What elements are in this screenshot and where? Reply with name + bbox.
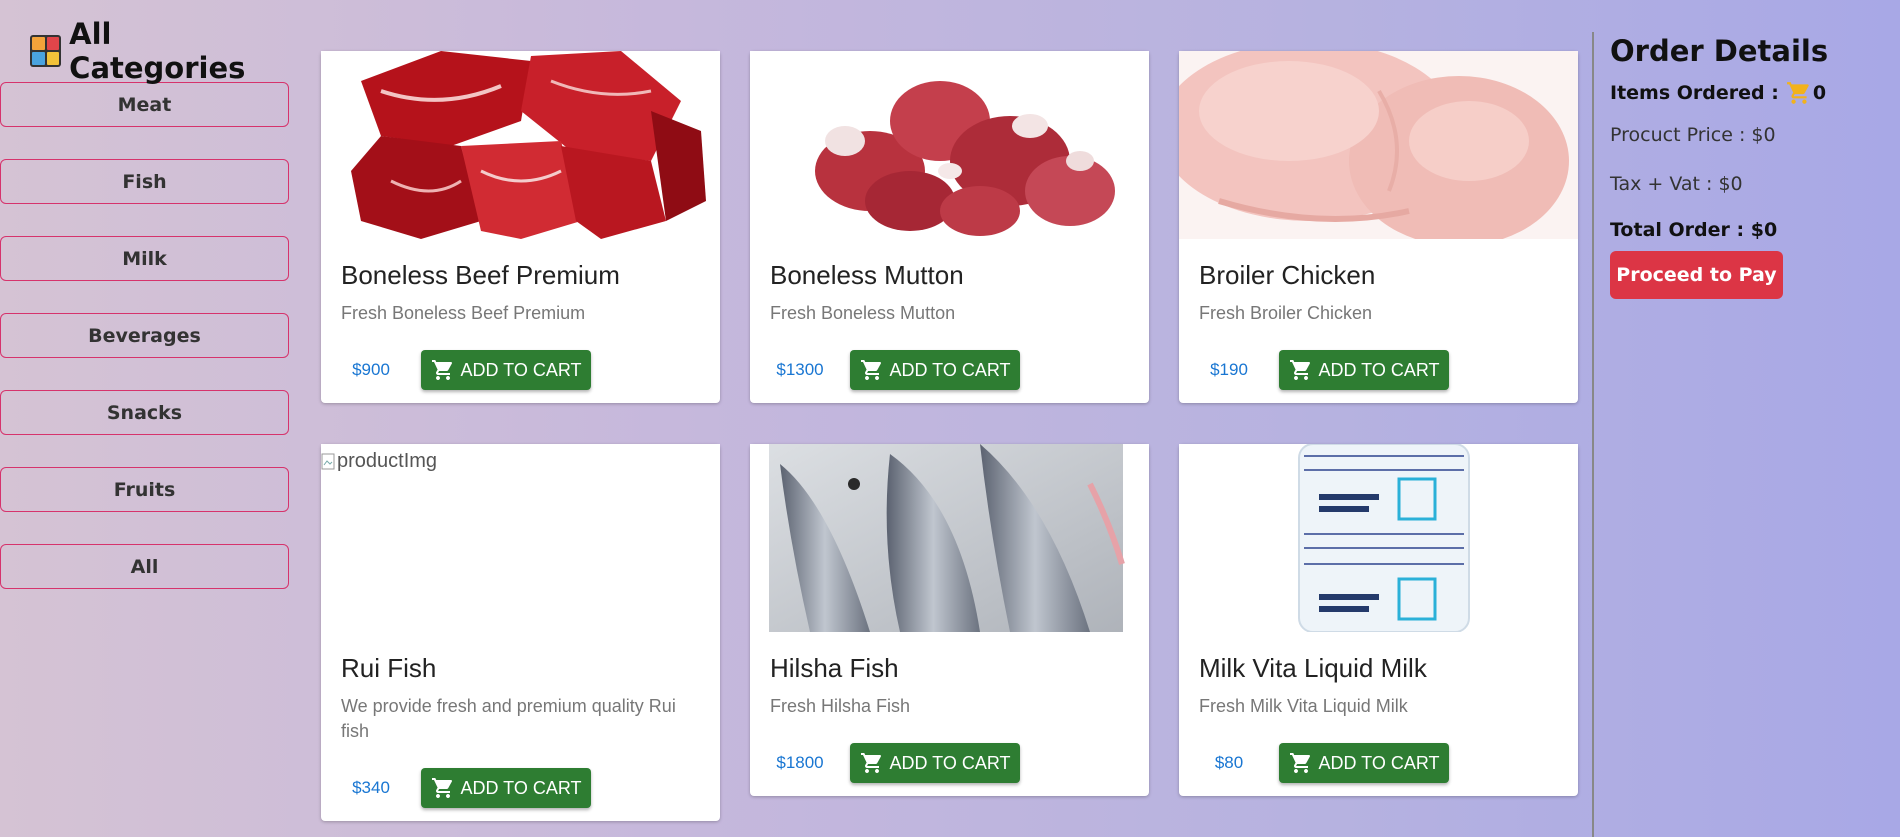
product-title: Broiler Chicken xyxy=(1199,260,1376,290)
total-order-summary: Total Order : $0 xyxy=(1610,219,1778,241)
category-button-fruits[interactable]: Fruits xyxy=(0,467,289,512)
product-price-summary: Procuct Price : $0 xyxy=(1610,124,1776,146)
product-description: Fresh Milk Vita Liquid Milk xyxy=(1199,696,1408,716)
items-ordered-row: Items Ordered : 0 xyxy=(1610,80,1890,106)
add-to-cart-button[interactable]: ADD TO CART xyxy=(1279,743,1449,783)
order-details-title: Order Details xyxy=(1610,34,1829,68)
product-image xyxy=(1179,51,1578,239)
category-button-all[interactable]: All xyxy=(0,544,289,589)
product-description: Fresh Boneless Mutton xyxy=(770,303,956,323)
product-image xyxy=(750,444,1149,632)
product-description: Fresh Boneless Beef Premium xyxy=(341,303,586,323)
categories-header: All Categories xyxy=(30,17,291,85)
product-image xyxy=(750,51,1149,239)
items-ordered-label: Items Ordered : xyxy=(1610,82,1779,104)
product-title: Milk Vita Liquid Milk xyxy=(1199,653,1427,683)
add-to-cart-label: ADD TO CART xyxy=(1318,752,1440,773)
product-title: Hilsha Fish xyxy=(770,653,899,683)
categories-title: All Categories xyxy=(69,17,246,85)
category-button-fish[interactable]: Fish xyxy=(0,159,289,204)
product-price: $1800 xyxy=(776,753,824,772)
product-title: Boneless Beef Premium xyxy=(341,260,620,290)
tax-vat-summary: Tax + Vat : $0 xyxy=(1610,173,1743,195)
product-price: $190 xyxy=(1210,360,1248,379)
product-price: $80 xyxy=(1214,753,1244,772)
product-price: $1300 xyxy=(776,360,824,379)
add-to-cart-button[interactable]: ADD TO CART xyxy=(421,768,591,808)
product-image xyxy=(1179,444,1578,632)
category-list: Meat Fish Milk Beverages Snacks Fruits A… xyxy=(0,82,291,589)
product-description: We provide fresh and premium quality Rui… xyxy=(341,696,676,741)
add-to-cart-button[interactable]: ADD TO CART xyxy=(421,350,591,390)
order-details-panel: Order Details Items Ordered : 0 Procuct … xyxy=(1610,30,1890,299)
cart-icon xyxy=(861,360,882,380)
product-card: Hilsha Fish Fresh Hilsha Fish $1800 ADD … xyxy=(750,444,1149,796)
product-image: productImg xyxy=(321,444,720,632)
broken-image-icon xyxy=(321,453,335,469)
product-card: Boneless Mutton Fresh Boneless Mutton $1… xyxy=(750,51,1149,403)
image-alt-text: productImg xyxy=(337,450,438,472)
product-description: Fresh Broiler Chicken xyxy=(1199,303,1373,323)
add-to-cart-label: ADD TO CART xyxy=(889,752,1011,773)
category-button-beverages[interactable]: Beverages xyxy=(0,313,289,358)
category-sidebar: All Categories Meat Fish Milk Beverages … xyxy=(0,17,291,621)
cart-icon xyxy=(432,360,453,380)
cart-icon xyxy=(1786,82,1809,104)
product-image xyxy=(321,51,720,239)
add-to-cart-label: ADD TO CART xyxy=(889,359,1011,380)
product-title: Rui Fish xyxy=(341,653,437,683)
product-card: Boneless Beef Premium Fresh Boneless Bee… xyxy=(321,51,720,403)
product-card: Broiler Chicken Fresh Broiler Chicken $1… xyxy=(1179,51,1578,403)
add-to-cart-button[interactable]: ADD TO CART xyxy=(850,350,1020,390)
product-description: Fresh Hilsha Fish xyxy=(770,696,911,716)
categories-grid-icon xyxy=(30,35,62,67)
cart-icon xyxy=(861,753,882,773)
category-button-snacks[interactable]: Snacks xyxy=(0,390,289,435)
product-title: Boneless Mutton xyxy=(770,260,964,290)
cart-icon xyxy=(432,778,453,798)
cart-icon xyxy=(1290,753,1311,773)
add-to-cart-label: ADD TO CART xyxy=(460,777,582,798)
product-price: $340 xyxy=(352,778,390,797)
category-button-milk[interactable]: Milk xyxy=(0,236,289,281)
order-divider xyxy=(1592,32,1594,837)
add-to-cart-button[interactable]: ADD TO CART xyxy=(1279,350,1449,390)
add-to-cart-label: ADD TO CART xyxy=(1318,359,1440,380)
proceed-to-pay-button[interactable]: Proceed to Pay xyxy=(1610,251,1783,299)
category-button-meat[interactable]: Meat xyxy=(0,82,289,127)
items-ordered-count: 0 xyxy=(1812,82,1827,104)
product-price: $900 xyxy=(352,360,390,379)
add-to-cart-label: ADD TO CART xyxy=(460,359,582,380)
cart-icon xyxy=(1290,360,1311,380)
product-card: Milk Vita Liquid Milk Fresh Milk Vita Li… xyxy=(1179,444,1578,796)
add-to-cart-button[interactable]: ADD TO CART xyxy=(850,743,1020,783)
product-card: productImg Rui Fish We provide fresh and… xyxy=(321,444,720,821)
